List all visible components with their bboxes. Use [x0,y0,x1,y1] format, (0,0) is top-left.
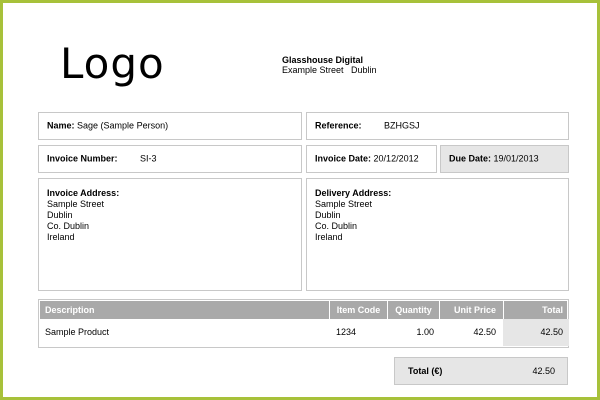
invoice-date-box: Invoice Date: 20/12/2012 [306,145,437,173]
invoice-address-line: Sample Street [47,199,105,209]
grand-total-box: Total (€) 42.50 [394,357,568,385]
invoice-number-box: Invoice Number: SI-3 [38,145,302,173]
company-info: Glasshouse Digital Example Street Dublin [282,55,377,75]
reference-label: Reference: [315,120,362,131]
delivery-address-line: Sample Street [315,199,373,209]
delivery-address-line: Co. Dublin [315,221,358,231]
column-header-item-code: Item Code [329,301,387,319]
table-row: Sample Product 1234 1.00 42.50 42.50 [40,319,569,346]
column-header-total: Total [503,301,569,319]
invoice-address-line: Co. Dublin [47,221,90,231]
invoice-number-label: Invoice Number: [47,153,118,164]
delivery-address-line: Dublin [315,210,341,220]
cell-description: Sample Product [45,327,110,337]
line-items-table: Description Item Code Quantity Unit Pric… [38,299,569,348]
invoice-address-label: Invoice Address: [47,188,120,198]
name-label: Name: [47,120,75,131]
invoice-address-line: Dublin [47,210,73,220]
invoice-page: Logo Glasshouse Digital Example Street D… [0,0,600,400]
cell-quantity: 1.00 [416,327,434,337]
cell-item-code: 1234 [336,327,357,337]
column-header-unit-price: Unit Price [439,301,502,319]
name-box: Name: Sage (Sample Person) [38,112,302,140]
invoice-address-box: Invoice Address: Sample Street Dublin Co… [38,178,302,291]
cell-unit-price: 42.50 [473,327,496,337]
cell-total: 42.50 [503,319,569,346]
delivery-address-line: Ireland [315,232,343,242]
grand-total-label: Total (€) [408,366,443,376]
invoice-date-label: Invoice Date: [315,153,372,164]
company-logo: Logo [60,39,165,88]
grand-total-value: 42.50 [532,366,555,376]
invoice-date-value: 20/12/2012 [373,153,419,164]
invoice-number-value: SI-3 [140,153,157,164]
due-date-box: Due Date: 19/01/2013 [440,145,569,173]
column-header-quantity: Quantity [387,301,439,319]
due-date-label: Due Date: [449,153,492,164]
reference-box: Reference: BZHGSJ [306,112,569,140]
delivery-address-box: Delivery Address: Sample Street Dublin C… [306,178,569,291]
delivery-address-label: Delivery Address: [315,188,392,198]
due-date-value: 19/01/2013 [493,153,539,164]
company-name: Glasshouse Digital [282,55,364,65]
invoice-address-line: Ireland [47,232,75,242]
company-address: Example Street Dublin [282,65,377,75]
table-header: Description Item Code Quantity Unit Pric… [40,301,567,319]
name-value: Sage (Sample Person) [77,120,169,131]
column-header-description: Description [45,305,95,315]
reference-value: BZHGSJ [384,120,420,131]
